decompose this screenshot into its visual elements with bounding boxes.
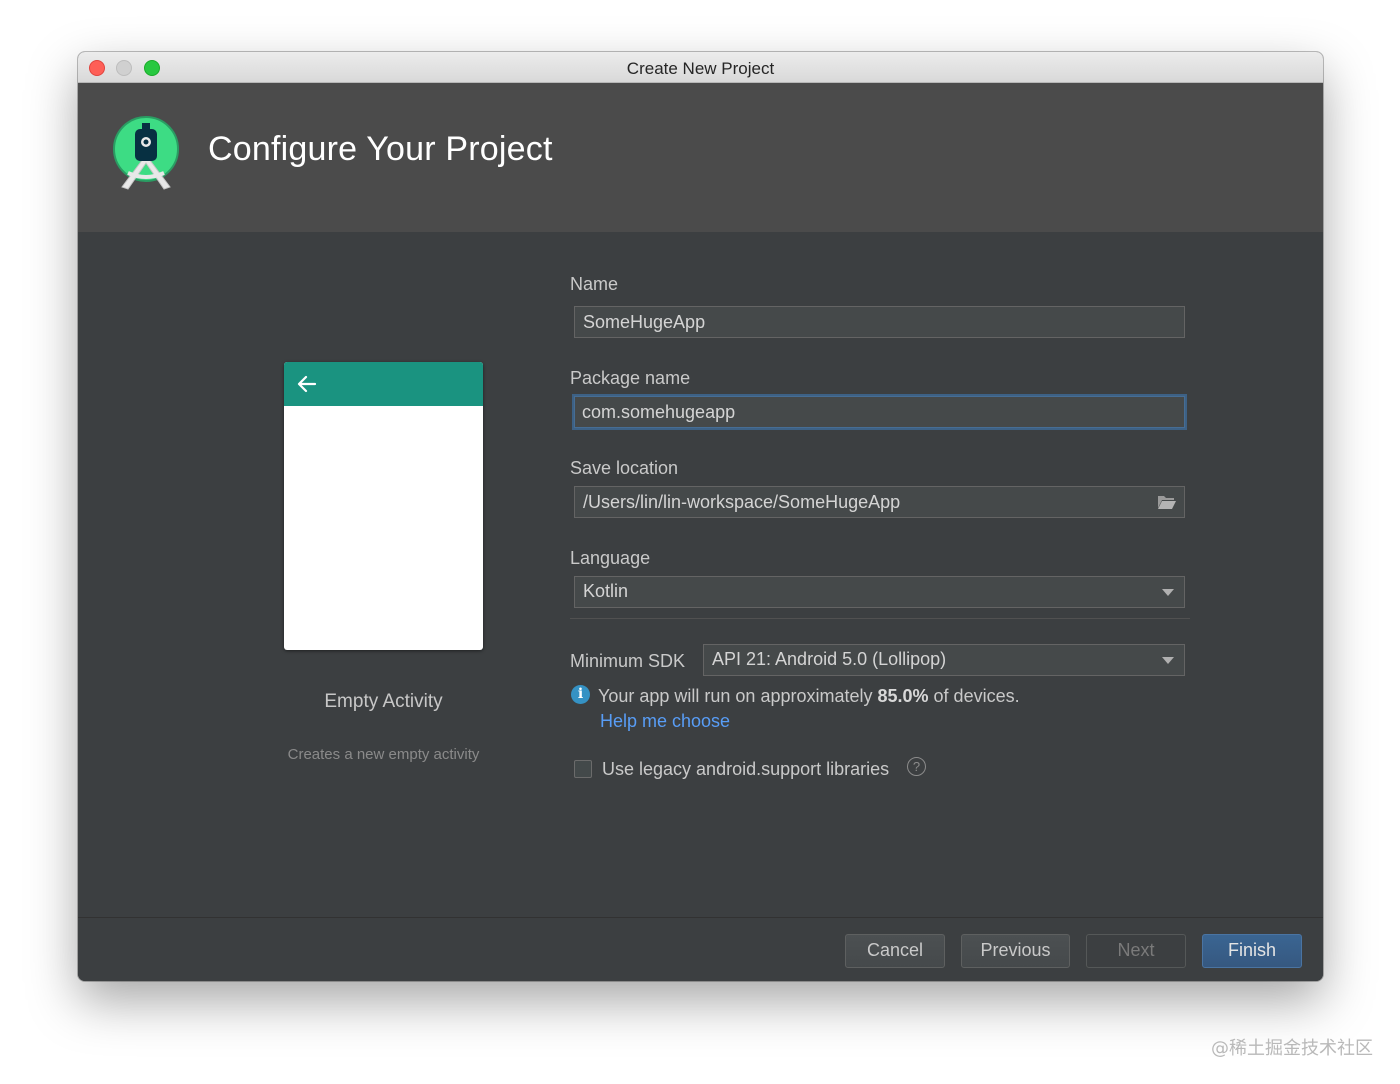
watermark: @稀土掘金技术社区 (1211, 1038, 1373, 1059)
name-field[interactable] (574, 306, 1185, 338)
save-location-container (574, 486, 1185, 518)
template-name: Empty Activity (324, 691, 443, 712)
next-button[interactable]: Next (1086, 934, 1186, 968)
help-me-choose-link[interactable]: Help me choose (600, 711, 730, 732)
divider (570, 618, 1190, 619)
arrow-left-icon (297, 375, 317, 393)
coverage-percentage: 85.0% (877, 686, 929, 706)
folder-icon[interactable] (1157, 494, 1177, 510)
preview-toolbar (284, 362, 483, 406)
package-name-label: Package name (570, 368, 691, 388)
chevron-down-icon (1162, 657, 1174, 664)
minimum-sdk-selected-value: API 21: Android 5.0 (Lollipop) (712, 649, 947, 669)
language-select[interactable]: Kotlin (574, 576, 1185, 608)
info-icon: i (571, 685, 590, 704)
template-preview (284, 362, 483, 650)
help-question-icon[interactable]: ? (907, 757, 926, 776)
cancel-button[interactable]: Cancel (845, 934, 945, 968)
save-location-label: Save location (570, 458, 679, 478)
minimum-sdk-select[interactable]: API 21: Android 5.0 (Lollipop) (703, 644, 1185, 676)
template-description: Creates a new empty activity (287, 746, 480, 763)
title-bar[interactable]: Create New Project (78, 52, 1323, 83)
language-selected-value: Kotlin (583, 581, 629, 601)
package-name-field[interactable] (572, 394, 1187, 430)
device-coverage-text: Your app will run on approximately 85.0%… (598, 686, 1020, 706)
legacy-support-checkbox[interactable] (574, 760, 592, 778)
minimum-sdk-label: Minimum SDK (570, 651, 686, 671)
name-label: Name (570, 274, 619, 294)
page-title: Configure Your Project (208, 130, 553, 168)
save-location-field[interactable] (574, 486, 1185, 518)
previous-button[interactable]: Previous (961, 934, 1070, 968)
finish-button[interactable]: Finish (1202, 934, 1302, 968)
create-new-project-window: Create New Project Configure Your Projec… (78, 52, 1323, 981)
language-label: Language (570, 548, 651, 568)
window-title: Create New Project (626, 59, 775, 78)
chevron-down-icon (1162, 589, 1174, 596)
wizard-header: Configure Your Project (78, 83, 1323, 232)
android-studio-logo-icon (113, 116, 179, 190)
legacy-support-label[interactable]: Use legacy android.support libraries (602, 759, 889, 780)
wizard-content: Empty Activity Creates a new empty activ… (78, 232, 1323, 918)
wizard-footer: Cancel Previous Next Finish (78, 917, 1323, 981)
